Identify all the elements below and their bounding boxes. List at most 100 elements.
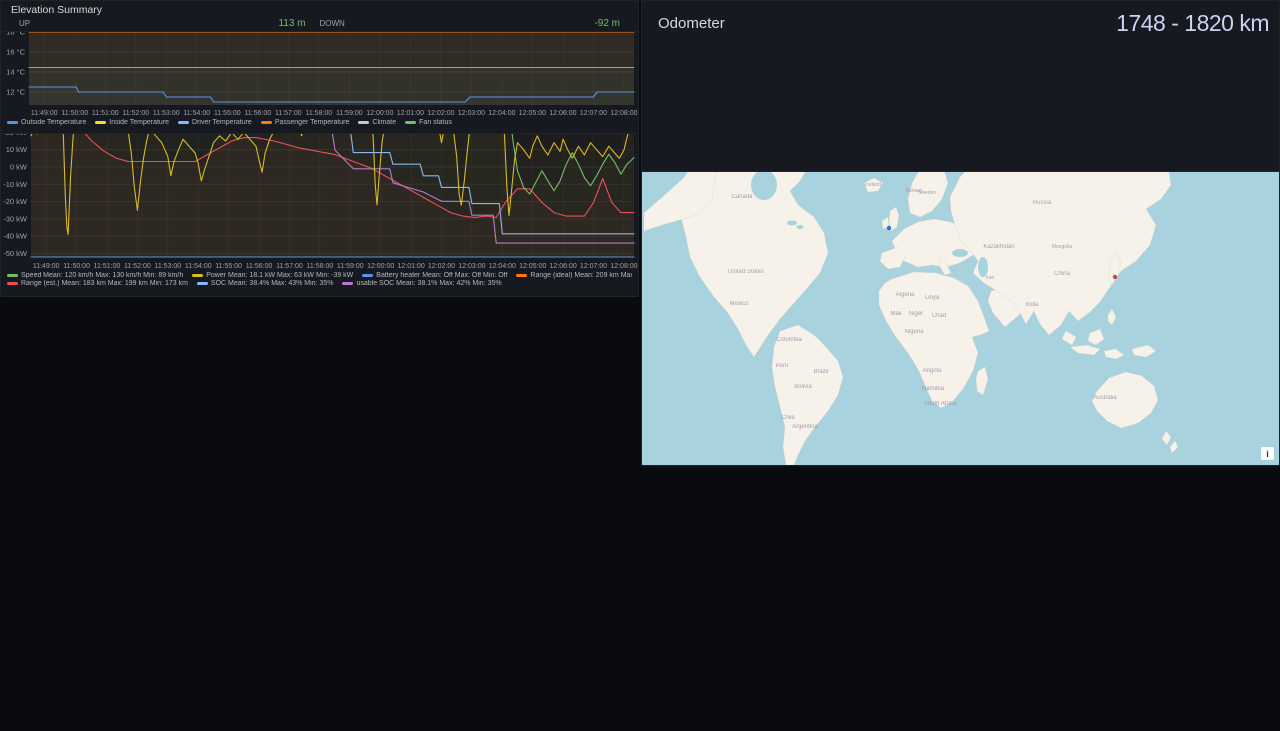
svg-text:11:53:00: 11:53:00 bbox=[154, 263, 181, 270]
map-country-label: Kazakhstan bbox=[983, 244, 1014, 250]
map-country-label: India bbox=[1025, 302, 1039, 308]
svg-text:11:49:00: 11:49:00 bbox=[31, 110, 58, 117]
legend-item[interactable]: Inside Temperature bbox=[95, 119, 169, 126]
svg-text:11:51:00: 11:51:00 bbox=[92, 110, 119, 117]
map-country-label: Namibia bbox=[922, 386, 945, 392]
svg-text:10 kW: 10 kW bbox=[6, 145, 28, 154]
map-country-label: Peru bbox=[776, 363, 789, 369]
legend-item[interactable]: Climate bbox=[358, 119, 396, 126]
down-value: -92 m bbox=[594, 18, 620, 29]
up-value: 113 m bbox=[278, 18, 319, 29]
elevation-summary-row: UP 113 m DOWN -92 m bbox=[1, 18, 638, 29]
map-attribution-toggle[interactable]: i bbox=[1261, 447, 1274, 460]
svg-text:11:57:00: 11:57:00 bbox=[276, 263, 303, 270]
svg-text:0 kW: 0 kW bbox=[10, 162, 28, 171]
legend-item[interactable]: Fan status bbox=[405, 119, 452, 126]
legend-item[interactable]: usable SOC Mean: 38.1% Max: 42% Min: 35% bbox=[342, 280, 501, 287]
map-country-label: Angola bbox=[923, 368, 942, 374]
svg-text:-40 kW: -40 kW bbox=[3, 232, 28, 241]
svg-text:14 °C: 14 °C bbox=[6, 68, 25, 77]
grafana-teslamate-dashboard: { "topbar": { "car_label": "Car", "car_v… bbox=[0, 0, 1280, 731]
down-label: DOWN bbox=[320, 19, 595, 28]
map-country-label: Mali bbox=[890, 311, 901, 317]
svg-text:11:55:00: 11:55:00 bbox=[214, 110, 241, 117]
legend-item[interactable]: Passenger Temperature bbox=[261, 119, 350, 126]
svg-text:-30 kW: -30 kW bbox=[3, 214, 28, 223]
legend-item[interactable]: Power Mean: 18.1 kW Max: 63 kW Min: -39 … bbox=[192, 272, 353, 279]
svg-text:12:03:00: 12:03:00 bbox=[458, 110, 485, 117]
svg-text:12:00:00: 12:00:00 bbox=[367, 263, 394, 270]
svg-text:12:03:00: 12:03:00 bbox=[458, 263, 485, 270]
svg-text:12:04:00: 12:04:00 bbox=[488, 110, 515, 117]
map-country-label: Argentina bbox=[792, 424, 818, 430]
map-marker bbox=[1113, 275, 1117, 279]
map-country-label: Bolivia bbox=[794, 384, 812, 390]
temperatures-legend: Outside Temperature Inside Temperature Dri… bbox=[1, 119, 638, 126]
svg-text:11:50:00: 11:50:00 bbox=[63, 263, 90, 270]
legend-item[interactable]: Range (ideal) Mean: 209 km Max: 233 km M… bbox=[516, 272, 632, 279]
svg-text:11:57:00: 11:57:00 bbox=[275, 110, 302, 117]
map-country-label: Chile bbox=[781, 415, 795, 421]
svg-text:-10 kW: -10 kW bbox=[3, 180, 28, 189]
svg-text:11:54:00: 11:54:00 bbox=[183, 110, 210, 117]
svg-text:12:01:00: 12:01:00 bbox=[397, 110, 424, 117]
svg-text:12:04:00: 12:04:00 bbox=[489, 263, 516, 270]
odometer-value: 1748 - 1820 km bbox=[1116, 10, 1269, 37]
map-country-label: Canada bbox=[731, 194, 753, 200]
map-country-label: South Africa bbox=[924, 401, 957, 407]
svg-text:11:49:00: 11:49:00 bbox=[33, 263, 60, 270]
odometer-panel: Odometer 1748 - 1820 km bbox=[641, 0, 1280, 172]
map-country-label: Colombia bbox=[776, 337, 802, 343]
up-label: UP bbox=[19, 19, 278, 28]
svg-text:11:59:00: 11:59:00 bbox=[337, 263, 364, 270]
map-country-label: Brazil bbox=[813, 369, 828, 375]
svg-text:11:52:00: 11:52:00 bbox=[122, 110, 149, 117]
svg-text:11:58:00: 11:58:00 bbox=[307, 263, 334, 270]
svg-text:11:56:00: 11:56:00 bbox=[244, 110, 271, 117]
map-country-label: Iran bbox=[986, 275, 995, 281]
svg-text:12:05:00: 12:05:00 bbox=[519, 263, 546, 270]
legend-item[interactable]: Driver Temperature bbox=[178, 119, 252, 126]
map-country-label: Australia bbox=[1093, 395, 1117, 401]
map-country-label: Mongolia bbox=[1052, 244, 1073, 250]
temperatures-chart[interactable]: 18 °C16 °C14 °C12 °C11:49:0011:50:0011:5… bbox=[1, 18, 638, 118]
map-country-label: Russia bbox=[1033, 200, 1052, 206]
legend-item[interactable]: SOC Mean: 38.4% Max: 43% Min: 35% bbox=[197, 280, 334, 287]
panel-title: Elevation Summary bbox=[1, 1, 638, 16]
map-country-label: Sweden bbox=[918, 190, 936, 196]
legend-item[interactable]: Speed Mean: 120 km/h Max: 130 km/h Min: … bbox=[7, 272, 183, 279]
map-country-label: United States bbox=[728, 269, 764, 275]
svg-text:11:58:00: 11:58:00 bbox=[305, 110, 332, 117]
map-country-label: Libya bbox=[925, 295, 940, 301]
legend-item[interactable]: Battery heater Mean: Off Max: Off Min: O… bbox=[362, 272, 507, 279]
elevation-down-stat: DOWN -92 m bbox=[320, 18, 621, 29]
svg-text:12:06:00: 12:06:00 bbox=[550, 263, 577, 270]
legend-item[interactable]: Outside Temperature bbox=[7, 119, 86, 126]
elevation-summary-panel: Elevation Summary UP 113 m DOWN -92 m bbox=[0, 0, 639, 32]
svg-text:12:02:00: 12:02:00 bbox=[428, 263, 455, 270]
svg-text:11:59:00: 11:59:00 bbox=[336, 110, 363, 117]
map-marker bbox=[887, 226, 891, 230]
map-country-label: Chad bbox=[932, 313, 946, 319]
map-country-label: China bbox=[1054, 271, 1070, 277]
svg-text:12:06:00: 12:06:00 bbox=[549, 110, 576, 117]
map-country-label: Algeria bbox=[896, 292, 915, 298]
legend-item[interactable]: Range (est.) Mean: 183 km Max: 199 km Mi… bbox=[7, 280, 188, 287]
svg-text:12:05:00: 12:05:00 bbox=[519, 110, 546, 117]
svg-text:12:02:00: 12:02:00 bbox=[427, 110, 454, 117]
svg-text:11:54:00: 11:54:00 bbox=[185, 263, 212, 270]
svg-text:11:50:00: 11:50:00 bbox=[61, 110, 88, 117]
drive-legend: Speed Mean: 120 km/h Max: 130 km/h Min: … bbox=[1, 272, 638, 287]
svg-text:12:07:00: 12:07:00 bbox=[580, 263, 607, 270]
map-country-label: Iceland bbox=[865, 182, 881, 188]
svg-text:12:00:00: 12:00:00 bbox=[366, 110, 393, 117]
svg-text:12 °C: 12 °C bbox=[6, 88, 25, 97]
svg-text:12:01:00: 12:01:00 bbox=[397, 263, 424, 270]
stat-title: Odometer bbox=[658, 15, 1116, 32]
svg-text:12:08:00: 12:08:00 bbox=[610, 110, 637, 117]
svg-text:11:53:00: 11:53:00 bbox=[153, 110, 180, 117]
map-country-label: Niger bbox=[909, 311, 923, 317]
svg-text:16 °C: 16 °C bbox=[6, 48, 25, 57]
svg-text:12:08:00: 12:08:00 bbox=[610, 263, 637, 270]
map-country-label: Mexico bbox=[729, 301, 749, 307]
